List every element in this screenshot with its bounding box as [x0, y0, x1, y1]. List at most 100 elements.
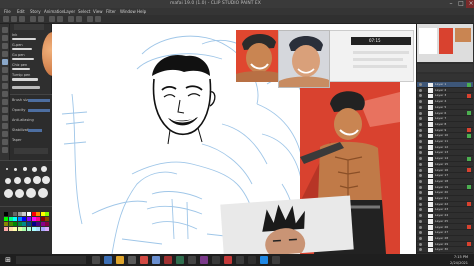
app-icon[interactable] — [188, 256, 196, 264]
brush-size-dot[interactable] — [42, 176, 50, 184]
pencil-tool-icon[interactable] — [2, 67, 8, 73]
layer-color-flag[interactable] — [467, 82, 471, 87]
eraser-tool-icon[interactable] — [2, 91, 8, 97]
redo-icon[interactable] — [38, 16, 44, 22]
eye-icon[interactable] — [419, 242, 422, 246]
brush-size-dot[interactable] — [38, 188, 48, 198]
gradient-tool-icon[interactable] — [2, 115, 8, 121]
brush-size-slider[interactable] — [28, 99, 50, 102]
brush-size-dot[interactable] — [14, 168, 17, 171]
selection-tool-icon[interactable] — [2, 43, 8, 49]
app-icon[interactable] — [200, 256, 208, 264]
layer-color-flag[interactable] — [467, 134, 471, 139]
color-swatch[interactable] — [22, 227, 27, 231]
color-swatch[interactable] — [17, 217, 22, 221]
text-tool-icon[interactable] — [2, 139, 8, 145]
maximize-icon[interactable]: □ — [456, 0, 466, 8]
color-swatch[interactable] — [40, 227, 45, 231]
menu-story[interactable]: Story — [30, 8, 41, 15]
layer-row[interactable]: Layer 30 — [417, 247, 473, 253]
color-swatch[interactable] — [4, 212, 8, 216]
color-swatch[interactable] — [13, 212, 18, 216]
color-swatch[interactable] — [36, 227, 41, 231]
subtool-tab[interactable] — [14, 24, 44, 30]
color-swatch[interactable] — [27, 222, 31, 226]
menu-window[interactable]: Window — [120, 8, 136, 15]
reference-photo-portrait[interactable] — [278, 30, 330, 88]
deselect-icon[interactable] — [68, 16, 74, 22]
eye-icon[interactable] — [419, 111, 422, 115]
eye-icon[interactable] — [419, 128, 422, 132]
fill-tool-icon[interactable] — [2, 107, 8, 113]
figure-tool-icon[interactable] — [2, 123, 8, 129]
color-swatch[interactable] — [17, 212, 22, 216]
eyedropper-tool-icon[interactable] — [2, 51, 8, 57]
layer-color-flag[interactable] — [467, 111, 471, 116]
opacity-slider[interactable] — [28, 109, 50, 112]
minimize-icon[interactable]: – — [446, 0, 456, 8]
layer-blend-row[interactable] — [417, 74, 473, 80]
eye-icon[interactable] — [419, 88, 422, 92]
menu-edit[interactable]: Edit — [17, 8, 25, 15]
eye-icon[interactable] — [419, 225, 422, 229]
balloon-tool-icon[interactable] — [2, 147, 8, 153]
eye-icon[interactable] — [419, 231, 422, 235]
stabilization-slider[interactable] — [28, 129, 42, 132]
color-swatch[interactable] — [8, 222, 13, 226]
color-swatch[interactable] — [8, 212, 13, 216]
brush-size-dot[interactable] — [33, 176, 41, 184]
brush-size-dot[interactable] — [14, 177, 21, 184]
menu-select[interactable]: Select — [78, 8, 90, 15]
taskbar-search-box[interactable] — [16, 256, 86, 264]
tool-property-toggles[interactable] — [14, 148, 48, 154]
color-swatch[interactable] — [4, 217, 8, 221]
color-swatch[interactable] — [36, 217, 41, 221]
open-file-icon[interactable] — [11, 16, 17, 22]
color-swatch[interactable] — [36, 222, 41, 226]
close-icon[interactable]: × — [466, 0, 474, 8]
brush-size-dot[interactable] — [26, 188, 36, 198]
eye-icon[interactable] — [419, 248, 422, 252]
color-swatch[interactable] — [27, 212, 31, 216]
windows-start-icon[interactable]: ⊞ — [4, 256, 12, 264]
layer-color-flag[interactable] — [467, 156, 471, 161]
brush-size-dot[interactable] — [32, 167, 37, 172]
eye-icon[interactable] — [419, 151, 422, 155]
layer-color-flag[interactable] — [467, 185, 471, 190]
layer-color-flag[interactable] — [467, 168, 471, 173]
menu-filter[interactable]: Filter — [106, 8, 116, 15]
snap-icon[interactable] — [87, 16, 93, 22]
color-swatch[interactable] — [45, 217, 50, 221]
eye-icon[interactable] — [419, 214, 422, 218]
eye-icon[interactable] — [419, 179, 422, 183]
color-swatch[interactable] — [40, 212, 45, 216]
store-icon[interactable] — [128, 256, 136, 264]
app-icon[interactable] — [236, 256, 244, 264]
eye-icon[interactable] — [419, 202, 422, 206]
color-swatch[interactable] — [17, 227, 22, 231]
brush-size-dot[interactable] — [15, 189, 24, 198]
layer-color-flag[interactable] — [467, 242, 471, 247]
eye-icon[interactable] — [419, 157, 422, 161]
color-swatch[interactable] — [45, 227, 50, 231]
system-tray[interactable] — [410, 257, 434, 263]
brush-size-dot[interactable] — [24, 177, 31, 184]
color-swatch[interactable] — [13, 222, 18, 226]
app-icon[interactable] — [212, 256, 220, 264]
app-icon[interactable] — [260, 256, 268, 264]
ruler-tool-icon[interactable] — [2, 131, 8, 137]
layer-color-flag[interactable] — [467, 94, 471, 99]
color-swatch[interactable] — [27, 227, 31, 231]
menu-animation[interactable]: Animation — [44, 8, 64, 15]
color-swatch[interactable] — [45, 222, 50, 226]
color-swatch[interactable] — [4, 222, 8, 226]
eye-icon[interactable] — [419, 83, 422, 86]
move-tool-icon[interactable] — [2, 35, 8, 41]
layer-toolbar[interactable] — [417, 64, 473, 72]
color-swatch[interactable] — [22, 212, 27, 216]
color-swatch[interactable] — [31, 212, 36, 216]
brush-size-dot[interactable] — [23, 167, 27, 171]
color-swatch[interactable] — [31, 217, 36, 221]
color-swatch[interactable] — [40, 217, 45, 221]
color-swatch[interactable] — [13, 227, 18, 231]
